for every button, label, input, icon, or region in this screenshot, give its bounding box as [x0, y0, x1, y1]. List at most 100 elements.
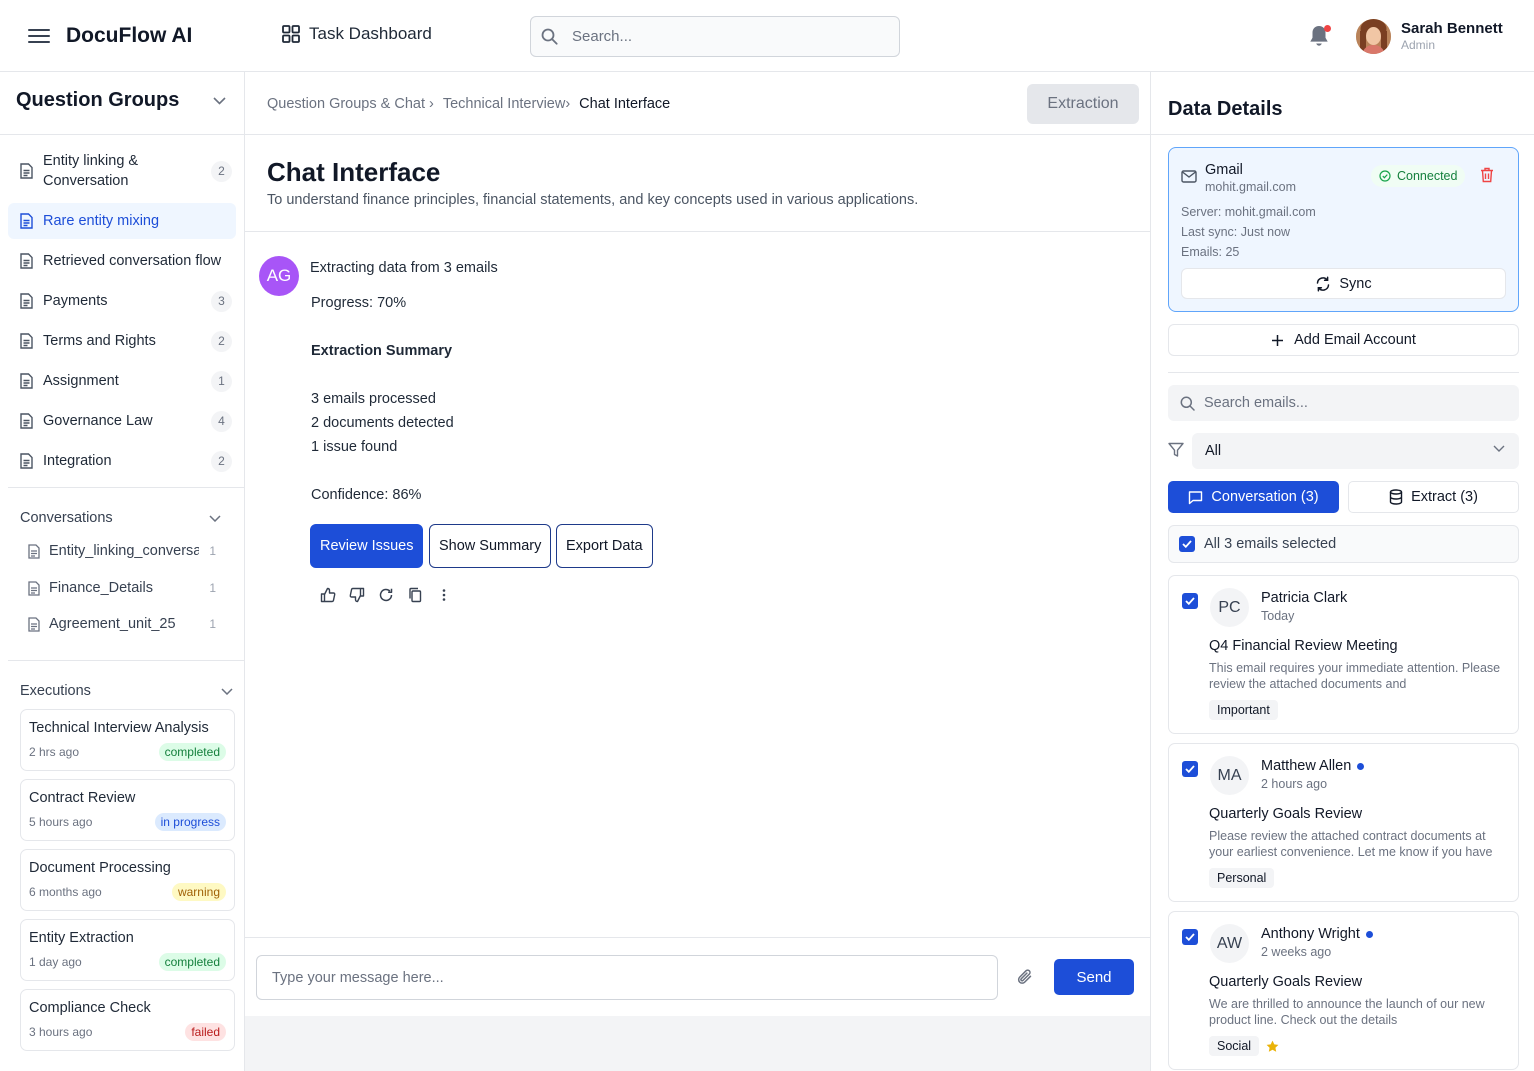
conversation-item[interactable]: Agreement_unit_25 1 — [28, 614, 228, 634]
paperclip-icon[interactable] — [1017, 968, 1033, 986]
question-group-count: 4 — [211, 410, 232, 432]
unread-dot — [1357, 762, 1365, 770]
select-all-row[interactable]: All 3 emails selected — [1168, 525, 1519, 563]
document-icon — [20, 163, 33, 179]
message-input[interactable] — [256, 955, 998, 1000]
conversation-item[interactable]: Entity_linking_conversation 1 — [28, 541, 228, 561]
send-button[interactable]: Send — [1054, 959, 1134, 995]
email-checkbox[interactable] — [1182, 929, 1198, 945]
question-group-label: Rare entity mixing — [43, 213, 160, 229]
sender-name-text: Patricia Clark — [1261, 590, 1348, 606]
extraction-button[interactable]: Extraction — [1027, 84, 1139, 124]
breadcrumb-current: Chat Interface — [579, 96, 671, 112]
global-search-input[interactable] — [572, 28, 872, 45]
document-icon — [20, 253, 33, 269]
filter-select[interactable]: All — [1192, 433, 1519, 469]
question-group-item-active[interactable]: Rare entity mixing — [8, 203, 236, 239]
account-last-sync: Last sync: Just now — [1181, 225, 1291, 239]
check-icon — [1185, 765, 1195, 773]
document-icon — [20, 293, 33, 309]
sync-icon — [1317, 275, 1330, 292]
breadcrumb-link[interactable]: Technical Interview — [443, 96, 566, 112]
question-group-label: Assignment — [43, 373, 119, 389]
add-email-account-button[interactable]: Add Email Account — [1168, 324, 1519, 356]
chevron-down-icon — [1493, 445, 1505, 452]
trash-icon[interactable] — [1480, 167, 1494, 183]
execution-card[interactable]: Compliance Check 3 hours ago failed — [20, 989, 235, 1051]
execution-time: 5 hours ago — [29, 815, 93, 829]
user-avatar[interactable] — [1356, 19, 1391, 54]
document-icon — [28, 616, 40, 632]
email-card[interactable]: AW Anthony Wright 2 weeks ago Quarterly … — [1168, 911, 1519, 1070]
thumbs-down-icon[interactable] — [349, 587, 365, 603]
notification-dot — [1324, 25, 1331, 32]
message-progress: Progress: 70% — [311, 295, 407, 311]
sender-name: Anthony Wright — [1261, 926, 1373, 942]
global-search[interactable] — [530, 16, 900, 57]
status-badge: failed — [185, 1023, 226, 1041]
execution-card[interactable]: Entity Extraction 1 day ago completed — [20, 919, 235, 981]
question-group-item[interactable]: Entity linking & Conversation 2 — [8, 144, 236, 198]
task-dashboard-nav[interactable]: Task Dashboard — [282, 24, 432, 44]
menu-icon[interactable] — [28, 26, 50, 46]
star-icon[interactable] — [1266, 1040, 1279, 1053]
execution-time: 1 day ago — [29, 955, 82, 969]
execution-card[interactable]: Technical Interview Analysis 2 hrs ago c… — [20, 709, 235, 771]
question-group-count: 2 — [211, 160, 232, 182]
conversations-title: Conversations — [20, 510, 113, 526]
chevron-down-icon[interactable] — [213, 97, 226, 105]
thumbs-up-icon[interactable] — [320, 587, 336, 603]
question-group-item[interactable]: Integration 2 — [8, 443, 236, 479]
status-badge: completed — [158, 743, 226, 761]
email-account-card[interactable]: Gmail mohit.gmail.com Connected Server: … — [1168, 147, 1519, 312]
filter-value: All — [1205, 443, 1222, 459]
question-group-label: Governance Law — [43, 413, 153, 429]
export-data-button[interactable]: Export Data — [556, 524, 653, 568]
breadcrumb-link[interactable]: Question Groups & Chat — [267, 96, 425, 112]
select-all-checkbox[interactable] — [1179, 536, 1195, 552]
sync-button[interactable]: Sync — [1181, 268, 1506, 299]
search-icon — [1180, 396, 1195, 411]
execution-card[interactable]: Contract Review 5 hours ago in progress — [20, 779, 235, 841]
email-checkbox[interactable] — [1182, 761, 1198, 777]
execution-card[interactable]: Document Processing 6 months ago warning — [20, 849, 235, 911]
email-search-input[interactable] — [1204, 395, 1504, 411]
email-search[interactable] — [1168, 385, 1519, 421]
question-group-item[interactable]: Governance Law 4 — [8, 403, 236, 439]
account-provider: Gmail — [1205, 162, 1243, 178]
page-title: Chat Interface — [267, 157, 441, 187]
email-card[interactable]: PC Patricia Clark Today Q4 Financial Rev… — [1168, 575, 1519, 734]
more-vertical-icon[interactable] — [436, 587, 452, 603]
email-preview: Please review the attached contract docu… — [1209, 829, 1493, 859]
document-icon — [20, 453, 33, 469]
tab-extract-label: Extract (3) — [1411, 489, 1478, 505]
email-card[interactable]: MA Matthew Allen 2 hours ago Quarterly G… — [1168, 743, 1519, 902]
question-group-item[interactable]: Assignment 1 — [8, 363, 236, 399]
tab-extract[interactable]: Extract (3) — [1348, 481, 1519, 513]
execution-name: Entity Extraction — [29, 930, 134, 946]
tab-conversation[interactable]: Conversation (3) — [1168, 481, 1339, 513]
unread-dot — [1365, 930, 1373, 938]
show-summary-button[interactable]: Show Summary — [429, 524, 552, 568]
sender-avatar: PC — [1210, 588, 1249, 627]
question-group-item[interactable]: Retrieved conversation flow — [8, 243, 236, 279]
conversation-item[interactable]: Finance_Details 1 — [28, 578, 228, 598]
add-account-label: Add Email Account — [1294, 332, 1416, 348]
chevron-down-icon[interactable] — [209, 515, 221, 522]
review-issues-button[interactable]: Review Issues — [310, 524, 424, 568]
question-group-item[interactable]: Payments 3 — [8, 283, 236, 319]
chevron-down-icon[interactable] — [221, 688, 233, 695]
refresh-icon[interactable] — [378, 587, 394, 603]
sidebar-header: Question Groups — [0, 72, 244, 135]
email-checkbox[interactable] — [1182, 593, 1198, 609]
question-group-label: Payments — [43, 293, 108, 309]
left-sidebar: Question Groups Entity linking & Convers… — [0, 72, 245, 1071]
email-tag: Important — [1209, 700, 1278, 720]
document-icon — [20, 373, 33, 389]
question-group-item[interactable]: Terms and Rights 2 — [8, 323, 236, 359]
nav-title: Task Dashboard — [309, 24, 432, 43]
document-icon — [20, 413, 33, 429]
panel-header: Data Details — [1151, 72, 1534, 135]
copy-icon[interactable] — [407, 587, 423, 603]
message-square-icon — [1189, 490, 1203, 504]
